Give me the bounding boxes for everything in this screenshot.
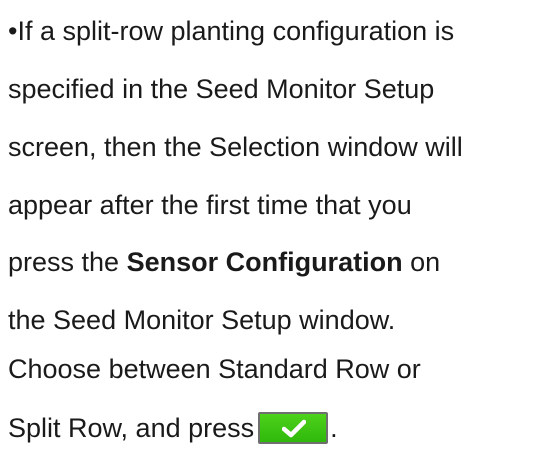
text-line-2: specified in the Seed Monitor Setup (8, 74, 435, 104)
text-line-8-prefix: Split Row, and press (8, 413, 255, 443)
text-line-8: Split Row, and press. (8, 411, 338, 446)
checkmark-icon (282, 419, 307, 438)
text-line-8-suffix: . (330, 413, 338, 443)
text-line-5-prefix: press the (8, 247, 127, 277)
text-line-5: press the Sensor Configuration on (8, 246, 440, 278)
text-line-1: •If a split-row planting configuration i… (8, 16, 455, 46)
text-line-5-suffix: on (402, 247, 441, 277)
text-line-3: screen, then the Selection window will (8, 132, 463, 162)
text-line-4: appear after the first time that you (8, 190, 412, 220)
text-line-6: the Seed Monitor Setup window. (8, 305, 396, 335)
text-line-7: Choose between Standard Row or (8, 354, 421, 384)
confirm-button-image (258, 411, 329, 444)
sensor-configuration-term: Sensor Configuration (126, 247, 403, 277)
